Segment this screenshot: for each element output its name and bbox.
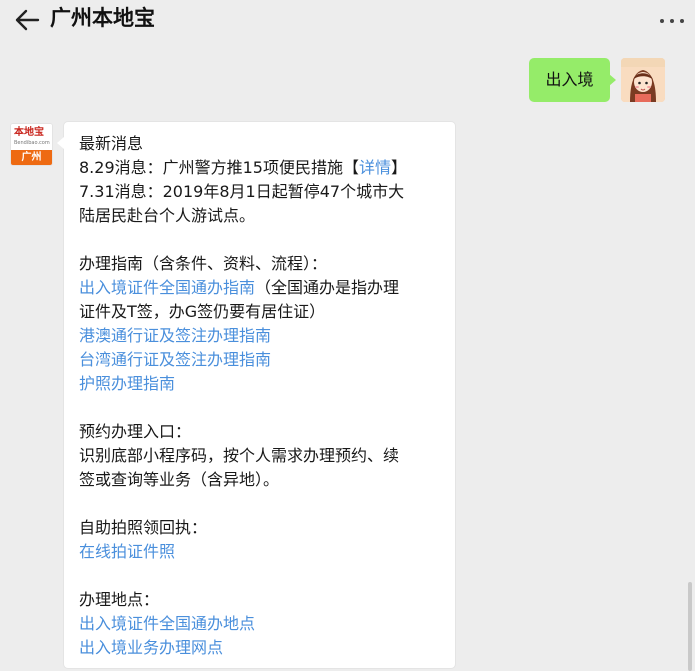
news-item-2-line-2: 陆居民赴台个人游试点。 (79, 206, 256, 225)
news-item-1: 8.29消息：广州警方推15项便民措施【详情】 (79, 156, 441, 180)
top-bar: 广州本地宝 (0, 0, 695, 40)
incoming-message-bubble: 最新消息 8.29消息：广州警方推15项便民措施【详情】 7.31消息：2019… (57, 121, 456, 669)
location-heading: 办理地点： (79, 590, 160, 609)
avatar-logo-area: 本地宝 Bendibao.com (11, 124, 52, 152)
guide-heading: 办理指南（含条件、资料、流程）： (79, 254, 328, 273)
user-avatar-image-icon (621, 58, 665, 102)
message-body: 最新消息 8.29消息：广州警方推15项便民措施【详情】 7.31消息：2019… (79, 132, 441, 660)
outgoing-message-text: 出入境 (545, 70, 594, 89)
outgoing-message-bubble[interactable]: 出入境 (529, 58, 616, 102)
guide-note-line-2: 证件及T签，办G签仍要有居住证） (79, 302, 326, 321)
guide-note-part-1: （全国通办是指办理 (255, 278, 400, 297)
national-handling-guide-link[interactable]: 出入境证件全国通办指南 (79, 278, 255, 297)
back-arrow-icon[interactable] (14, 7, 40, 33)
more-dots-icon[interactable] (657, 10, 687, 30)
user-avatar[interactable] (621, 58, 665, 102)
passport-guide-link[interactable]: 护照办理指南 (79, 372, 441, 396)
exit-entry-service-points-link[interactable]: 出入境业务办理网点 (79, 636, 441, 660)
scrollbar[interactable] (688, 582, 692, 671)
news-details-link[interactable]: 详情 (359, 158, 391, 177)
photo-heading: 自助拍照领回执： (79, 518, 208, 537)
news-item-1-text: 8.29消息：广州警方推15项便民措施【 (79, 158, 359, 177)
taiwan-pass-guide-link[interactable]: 台湾通行证及签注办理指南 (79, 348, 441, 372)
booking-line-2: 签或查询等业务（含异地）。 (79, 470, 280, 489)
latest-news-heading: 最新消息 (79, 134, 144, 153)
news-item-2-line-1: 7.31消息：2019年8月1日起暂停47个城市大 (79, 182, 405, 201)
avatar-logo-subtext: Bendibao.com (14, 140, 50, 146)
national-handling-locations-link[interactable]: 出入境证件全国通办地点 (79, 612, 441, 636)
official-account-avatar[interactable]: 本地宝 Bendibao.com 广州 (10, 123, 53, 166)
page-title: 广州本地宝 (50, 6, 155, 30)
guide-item-1: 出入境证件全国通办指南（全国通办是指办理 (79, 276, 441, 300)
avatar-logo-text: 本地宝 (14, 127, 44, 138)
booking-heading: 预约办理入口： (79, 422, 192, 441)
news-item-1-close: 】 (391, 158, 408, 177)
hk-macau-pass-guide-link[interactable]: 港澳通行证及签注办理指南 (79, 324, 441, 348)
online-id-photo-link[interactable]: 在线拍证件照 (79, 540, 441, 564)
booking-line-1: 识别底部小程序码，按个人需求办理预约、续 (79, 446, 400, 465)
avatar-city-label: 广州 (11, 150, 52, 165)
